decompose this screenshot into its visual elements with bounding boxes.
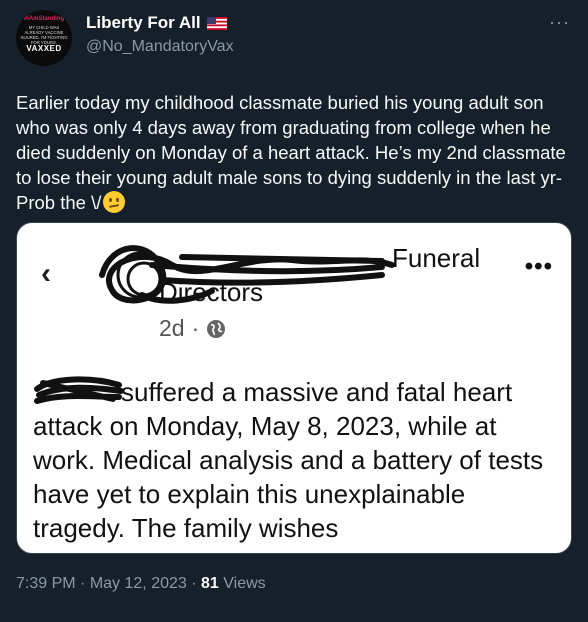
footer-separator: · (191, 575, 197, 592)
post-body: suffered a massive and fatal heart attac… (33, 375, 553, 545)
us-flag-icon (206, 16, 227, 30)
globe-icon (207, 319, 226, 338)
user-handle[interactable]: @No_MandatoryVax (86, 38, 234, 56)
avatar-hashtag: #IAmStanding (23, 16, 65, 22)
post-body-text: suffered a massive and fatal heart attac… (33, 377, 544, 543)
confused-face-emoji (103, 191, 126, 213)
avatar[interactable]: #IAmStanding MY CHILD WAS ALREADY VACCIN… (16, 10, 72, 66)
page-name-subtitle: Directors (159, 277, 264, 307)
page-name-fragment: Funeral (392, 243, 481, 273)
tweet-text: Earlier today my childhood classmate bur… (16, 90, 572, 215)
post-time: 2d (159, 315, 185, 341)
post-options-icon: ••• (524, 253, 553, 280)
meta-separator: · (191, 315, 200, 341)
tweet-date[interactable]: May 12, 2023 (90, 575, 187, 592)
footer-separator: · (80, 575, 86, 592)
tweet-image[interactable]: ‹ Funeral ••• Directors 2d · suffered a … (16, 222, 572, 554)
display-name[interactable]: Liberty For All (86, 13, 201, 33)
post-meta: 2d · (159, 315, 226, 342)
avatar-badge: VAXXED (26, 44, 62, 53)
views-count[interactable]: 81 (201, 575, 219, 592)
more-options-icon[interactable]: ··· (549, 12, 570, 33)
tweet-header: #IAmStanding MY CHILD WAS ALREADY VACCIN… (16, 10, 572, 70)
name-row: Liberty For All (86, 13, 227, 33)
views-label[interactable]: Views (223, 575, 265, 592)
avatar-caption: MY CHILD WAS ALREADY VACCINE INJURED. I'… (20, 25, 68, 45)
tweet-footer: 7:39 PM · May 12, 2023 · 81 Views (16, 575, 266, 593)
tweet-time[interactable]: 7:39 PM (16, 575, 76, 592)
tweet-body: Earlier today my childhood classmate bur… (16, 92, 566, 213)
chevron-left-icon: ‹ (41, 257, 51, 290)
